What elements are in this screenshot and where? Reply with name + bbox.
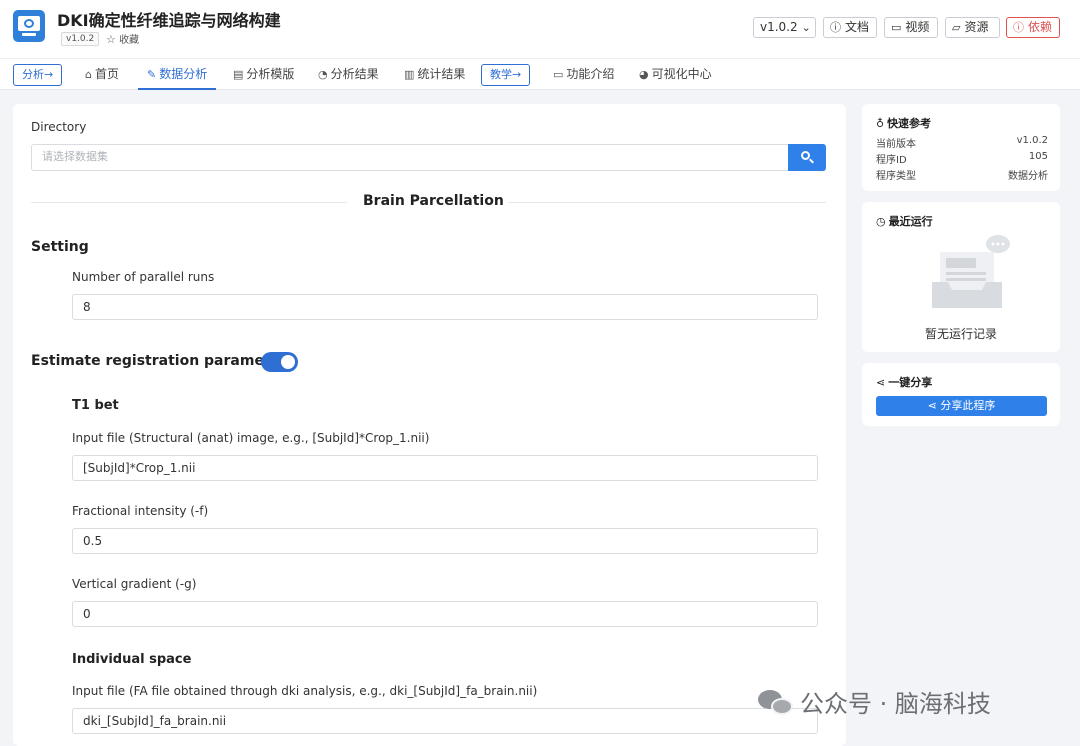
video-label: 视频 bbox=[905, 20, 930, 34]
ref-row: 程序类型 数据分析 bbox=[876, 167, 1048, 182]
question-circle-icon: ⓘ bbox=[830, 21, 841, 34]
tab-data-analysis-label: 数据分析 bbox=[159, 67, 208, 81]
ref-value: 105 bbox=[1028, 151, 1048, 162]
estimate-heading: Estimate registration parameters bbox=[31, 353, 296, 369]
directory-input[interactable]: 请选择数据集 bbox=[31, 144, 789, 171]
app-title: DKI确定性纤维追踪与网络构建 bbox=[57, 11, 281, 30]
ref-value: v1.0.2 bbox=[1016, 135, 1048, 146]
video-icon: ▭ bbox=[891, 21, 902, 34]
vertical-gradient-label: Vertical gradient (-g) bbox=[72, 577, 197, 591]
app-header: DKI确定性纤维追踪与网络构建 v1.0.2 ☆ 收藏 v1.0.2 ⌄ ⓘ 文… bbox=[0, 0, 1080, 58]
share-program-button[interactable]: ⋖ 分享此程序 bbox=[876, 396, 1047, 416]
tab-home[interactable]: ⌂ 首页 bbox=[85, 59, 119, 90]
share-title-text: 一键分享 bbox=[888, 376, 933, 389]
share-card: ⋖ 一键分享 ⋖ 分享此程序 bbox=[862, 363, 1060, 426]
fa-file-input[interactable]: dki_[SubjId]_fa_brain.nii bbox=[72, 708, 818, 734]
watermark-text: 公众号 · 脑海科技 bbox=[800, 690, 991, 718]
ref-key: 当前版本 bbox=[876, 139, 916, 150]
resources-label: 资源 bbox=[964, 20, 989, 34]
recent-runs-title-text: 最近运行 bbox=[888, 215, 933, 228]
tab-features[interactable]: ▭ 功能介绍 bbox=[553, 59, 614, 90]
directory-search-button[interactable] bbox=[788, 144, 826, 171]
tab-templates[interactable]: ▤ 分析模版 bbox=[233, 59, 294, 90]
star-icon: ☆ bbox=[106, 33, 116, 46]
fractional-intensity-label: Fractional intensity (-f) bbox=[72, 504, 209, 518]
favorite-label: 收藏 bbox=[119, 35, 140, 46]
analysis-form: Directory 请选择数据集 Brain Parcellation Sett… bbox=[13, 104, 846, 746]
version-select-value: v1.0.2 bbox=[760, 20, 798, 34]
section-title: Brain Parcellation bbox=[363, 193, 504, 209]
wechat-icon bbox=[758, 688, 794, 716]
dependencies-label: 依赖 bbox=[1028, 20, 1053, 34]
chevron-down-icon: ⌄ bbox=[801, 21, 811, 34]
individual-space-heading: Individual space bbox=[72, 652, 192, 667]
main-nav: 分析→ ⌂ 首页 ✎ 数据分析 ▤ 分析模版 ◔ 分析结果 ▥ 统计结果 教学→ ▭ 功能介… bbox=[0, 58, 1080, 90]
home-icon: ⌂ bbox=[85, 68, 92, 81]
fa-file-label: Input file (FA file obtained through dki… bbox=[72, 684, 538, 698]
history-icon: ◔ bbox=[318, 68, 328, 81]
monitor-icon: ▭ bbox=[553, 68, 564, 81]
ref-key: 程序类型 bbox=[876, 171, 916, 182]
quick-reference-title-text: 快速参考 bbox=[887, 117, 932, 130]
share-title: ⋖ 一键分享 bbox=[876, 374, 932, 390]
favorite-button[interactable]: ☆ 收藏 bbox=[106, 31, 139, 46]
docs-label: 文档 bbox=[845, 20, 870, 34]
edit-icon: ✎ bbox=[147, 68, 157, 81]
share-button-label: 分享此程序 bbox=[940, 399, 996, 412]
dependencies-button[interactable]: ⓘ 依赖 bbox=[1006, 17, 1060, 38]
docs-button[interactable]: ⓘ 文档 bbox=[823, 17, 877, 38]
parallel-runs-label: Number of parallel runs bbox=[72, 270, 215, 284]
alert-circle-icon: ⓘ bbox=[1013, 21, 1024, 34]
share-icon: ⋖ bbox=[876, 376, 886, 389]
ref-row: 程序ID 105 bbox=[876, 151, 1048, 166]
recent-runs-title: ◷ 最近运行 bbox=[876, 213, 933, 229]
share-icon: ⋖ bbox=[927, 399, 937, 412]
setting-heading: Setting bbox=[31, 239, 89, 255]
directory-label: Directory bbox=[31, 120, 87, 134]
tab-visualization[interactable]: ◕ 可视化中心 bbox=[639, 59, 712, 90]
resources-button[interactable]: ▱ 资源 bbox=[945, 17, 1000, 38]
tab-home-label: 首页 bbox=[94, 67, 119, 81]
ref-row: 当前版本 v1.0.2 bbox=[876, 135, 1048, 150]
tab-results[interactable]: ◔ 分析结果 bbox=[318, 59, 379, 90]
input-file-label: Input file (Structural (anat) image, e.g… bbox=[72, 431, 430, 445]
empty-inbox-icon bbox=[932, 235, 1010, 308]
video-button[interactable]: ▭ 视频 bbox=[884, 17, 938, 38]
tab-results-label: 分析结果 bbox=[330, 67, 379, 81]
app-logo-icon bbox=[13, 10, 45, 42]
bar-chart-icon: ▥ bbox=[404, 68, 415, 81]
tab-features-label: 功能介绍 bbox=[566, 67, 615, 81]
analysis-pill[interactable]: 分析→ bbox=[13, 64, 63, 86]
version-badge: v1.0.2 bbox=[61, 32, 100, 46]
recent-runs-card: ◷ 最近运行 暂无运行记录 bbox=[862, 202, 1060, 352]
divider-left bbox=[31, 202, 347, 203]
pie-chart-icon: ◕ bbox=[639, 68, 649, 81]
ref-value: 数据分析 bbox=[1008, 171, 1048, 182]
teaching-pill[interactable]: 教学→ bbox=[481, 64, 531, 86]
empty-runs-text: 暂无运行记录 bbox=[924, 327, 997, 341]
tab-templates-label: 分析模版 bbox=[246, 67, 295, 81]
file-icon: ▤ bbox=[233, 68, 244, 81]
watermark: 公众号 · 脑海科技 bbox=[758, 684, 991, 719]
t1bet-heading: T1 bet bbox=[72, 398, 119, 413]
divider-right bbox=[508, 202, 826, 203]
estimate-toggle[interactable] bbox=[261, 352, 298, 372]
tab-statistics-label: 统计结果 bbox=[417, 67, 466, 81]
parallel-runs-input[interactable]: 8 bbox=[72, 294, 818, 320]
vertical-gradient-input[interactable]: 0 bbox=[72, 601, 818, 627]
folder-icon: ▱ bbox=[952, 21, 961, 34]
tab-data-analysis[interactable]: ✎ 数据分析 bbox=[138, 59, 217, 90]
version-select[interactable]: v1.0.2 ⌄ bbox=[753, 17, 816, 38]
ref-key: 程序ID bbox=[876, 155, 907, 166]
lightbulb-icon: ♁ bbox=[876, 117, 885, 130]
quick-reference-card: ♁ 快速参考 当前版本 v1.0.2 程序ID 105 程序类型 数据分析 bbox=[862, 104, 1060, 191]
tab-visualization-label: 可视化中心 bbox=[651, 67, 712, 81]
tab-statistics[interactable]: ▥ 统计结果 bbox=[404, 59, 465, 90]
fractional-intensity-input[interactable]: 0.5 bbox=[72, 528, 818, 554]
quick-reference-title: ♁ 快速参考 bbox=[876, 115, 931, 131]
input-file-input[interactable]: [SubjId]*Crop_1.nii bbox=[72, 455, 818, 481]
clock-icon: ◷ bbox=[876, 215, 886, 228]
